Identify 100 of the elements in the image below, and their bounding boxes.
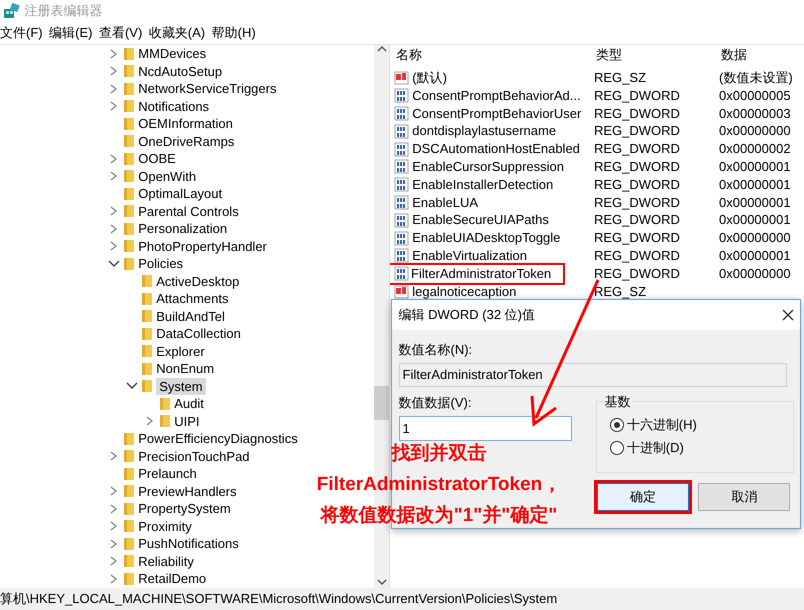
menu-item[interactable]: 查看(V) — [98, 23, 142, 43]
tree-item[interactable]: Audit — [174, 395, 204, 412]
value-type: REG_DWORD — [594, 104, 681, 122]
menu-item[interactable]: 文件(F) — [0, 23, 43, 43]
binary-value-icon — [394, 142, 409, 157]
value-data: 0x00000005 — [719, 86, 791, 105]
dialog-title: 编辑 DWORD (32 位)值 — [398, 306, 535, 324]
chevron-down-icon[interactable] — [108, 258, 120, 269]
value-name[interactable]: EnableUIADesktopToggle — [412, 229, 560, 247]
column-header[interactable]: 数据 — [719, 45, 747, 69]
tree-item[interactable]: Personalization — [138, 220, 228, 238]
value-data-field[interactable]: 1 — [398, 416, 572, 441]
tree-item[interactable]: Parental Controls — [138, 202, 239, 220]
tree-item[interactable]: PropertySystem — [138, 500, 231, 518]
value-name[interactable]: FilterAdministratorToken — [411, 264, 552, 283]
tree-item[interactable]: OOBE — [138, 150, 176, 168]
tree-item[interactable]: BuildAndTel — [156, 308, 225, 325]
field-label: 数值数据(V): — [398, 394, 472, 412]
tree-item[interactable]: OneDriveRamps — [138, 132, 234, 150]
binary-value-icon — [394, 88, 409, 104]
tree-item[interactable]: OpenWith — [138, 168, 196, 185]
value-type: REG_DWORD — [594, 158, 681, 176]
column-header[interactable]: 名称 — [394, 45, 594, 69]
folder-icon — [123, 99, 135, 114]
radio-label[interactable]: 十进制(D) — [626, 438, 684, 458]
binary-value-icon — [394, 266, 409, 282]
folder-icon — [123, 134, 135, 148]
tree-item[interactable]: PowerEfficiencyDiagnostics — [138, 430, 298, 448]
folder-icon — [123, 519, 135, 534]
value-name[interactable]: EnableInstallerDetection — [412, 176, 554, 194]
tree-item[interactable]: PrecisionTouchPad — [138, 448, 250, 465]
folder-icon — [123, 82, 135, 96]
folder-icon — [159, 414, 171, 428]
tree-item[interactable]: MMDevices — [138, 45, 206, 62]
value-name[interactable]: ConsentPromptBehaviorAd... — [412, 86, 581, 105]
value-data: 0x00000001 — [719, 194, 791, 212]
tree-item[interactable]: PreviewHandlers — [138, 482, 237, 500]
tree-item[interactable]: Attachments — [156, 290, 229, 308]
tree-item[interactable]: UIPI — [174, 412, 200, 430]
chevron-down-icon[interactable] — [126, 381, 138, 392]
cancel-button[interactable]: 取消 — [698, 482, 790, 510]
value-name[interactable]: EnableCursorSuppression — [412, 158, 564, 176]
menu-item[interactable]: 收藏夹(A) — [148, 23, 206, 43]
tree-item[interactable]: Reliability — [138, 552, 194, 570]
folder-icon — [123, 239, 135, 254]
folder-icon — [123, 46, 135, 61]
tree-item[interactable]: RetailDemo — [138, 570, 206, 588]
tree-item[interactable]: PushNotifications — [138, 535, 239, 552]
value-name[interactable]: dontdisplaylastusername — [412, 122, 556, 140]
value-name[interactable]: EnableSecureUIAPaths — [412, 211, 549, 230]
scroll-up-icon[interactable] — [376, 45, 386, 53]
scroll-down-icon[interactable] — [376, 578, 386, 586]
tree-item[interactable]: ActiveDesktop — [156, 272, 240, 290]
folder-icon — [123, 554, 135, 568]
folder-icon — [123, 222, 135, 236]
menu-item[interactable]: 帮助(H) — [212, 23, 256, 43]
tree-item[interactable]: Proximity — [138, 518, 192, 535]
ok-button[interactable]: 确定 — [596, 482, 689, 510]
tree-item[interactable]: Explorer — [156, 342, 205, 360]
tree-item[interactable]: NetworkServiceTriggers — [138, 80, 276, 98]
folder-icon — [141, 326, 153, 341]
menu-item[interactable]: 编辑(E) — [49, 23, 92, 43]
value-type: REG_DWORD — [594, 194, 681, 212]
tree-item[interactable]: System — [156, 378, 206, 395]
value-data: 0x00000000 — [719, 264, 791, 283]
tree-item[interactable]: DataCollection — [156, 325, 241, 342]
value-name[interactable]: EnableVirtualization — [412, 246, 527, 265]
status-bar: 算机\HKEY_LOCAL_MACHINE\SOFTWARE\Microsoft\Windows\CurrentVersion\Policies\System — [0, 588, 804, 610]
name-field[interactable]: FilterAdministratorToken — [398, 362, 786, 386]
folder-icon — [123, 186, 135, 201]
value-type: REG_DWORD — [594, 86, 681, 105]
tree-item[interactable]: OEMInformation — [138, 115, 233, 132]
tree-item[interactable]: NcdAutoSetup — [138, 62, 222, 80]
tree-item[interactable]: Notifications — [138, 98, 210, 115]
value-type: REG_DWORD — [594, 122, 681, 140]
tree-item[interactable]: PhotoPropertyHandler — [138, 238, 267, 255]
value-name[interactable]: legalnoticecaption — [412, 282, 516, 300]
tree-item[interactable]: NonEnum — [156, 360, 214, 378]
radio-button[interactable] — [610, 440, 624, 454]
radio-button[interactable] — [610, 418, 624, 432]
value-data: (数值未设置) — [719, 69, 793, 87]
value-name[interactable]: ConsentPromptBehaviorUser — [412, 104, 582, 122]
value-type: REG_DWORD — [594, 140, 681, 158]
binary-value-icon — [394, 124, 409, 139]
binary-value-icon — [394, 230, 409, 246]
tree-item[interactable]: Prelaunch — [138, 465, 197, 482]
binary-value-icon — [394, 177, 409, 192]
value-name[interactable]: DSCAutomationHostEnabled — [412, 140, 580, 158]
close-icon[interactable] — [782, 309, 794, 321]
registry-editor-icon — [3, 3, 22, 19]
tree-item[interactable]: Policies — [138, 255, 184, 272]
column-header[interactable]: 类型 — [594, 45, 719, 69]
radio-label[interactable]: 十六进制(H) — [626, 415, 697, 434]
value-name[interactable]: EnableLUA — [412, 194, 478, 212]
tree-item[interactable]: OptimalLayout — [138, 185, 222, 202]
folder-icon — [141, 344, 153, 358]
value-data: 0x00000002 — [719, 140, 791, 158]
folder-icon — [141, 362, 153, 376]
value-name[interactable]: (默认) — [412, 69, 447, 87]
scroll-thumb[interactable] — [374, 386, 389, 420]
